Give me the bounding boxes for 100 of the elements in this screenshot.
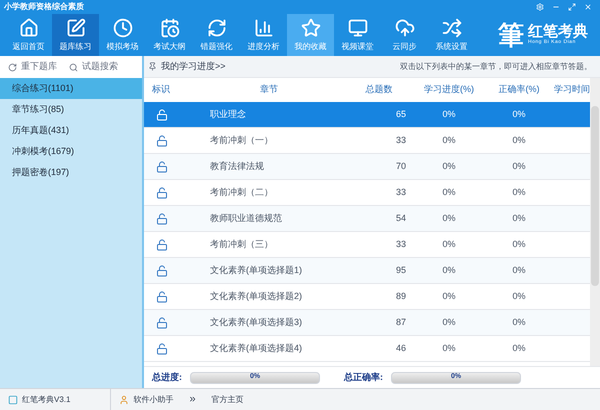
app-icon bbox=[8, 394, 18, 404]
toolbar-button[interactable]: 视频课堂 bbox=[334, 14, 381, 56]
table-cell-text: 0% bbox=[511, 186, 526, 199]
table-cell-text: 46 bbox=[394, 342, 407, 355]
hint-text: 双击以下列表中的某一章节，即可进入相应章节答题。 bbox=[400, 60, 593, 72]
table-cell-text: 文化素养(单项选择题2) bbox=[209, 290, 303, 303]
table-cell-text: 0% bbox=[441, 316, 456, 329]
table-cell-text: 70 bbox=[394, 160, 407, 173]
column-header: 学习进度(%) bbox=[423, 83, 475, 96]
table-cell-text: 0% bbox=[441, 290, 456, 303]
table-cell-text: 95 bbox=[394, 264, 407, 277]
table-cell-text: 0% bbox=[441, 134, 456, 147]
table-cell-text: 0% bbox=[441, 212, 456, 225]
toolbar-button[interactable]: 错题强化 bbox=[193, 14, 240, 56]
column-header: 正确率(%) bbox=[498, 83, 540, 96]
table-row[interactable]: 文化素养(单项选择题1) 95 0% 0% bbox=[144, 258, 590, 284]
table-cell-text: 0% bbox=[511, 290, 526, 303]
window-title: 小学教师资格综合素质 bbox=[4, 1, 84, 13]
unlock-icon bbox=[156, 212, 168, 224]
summary-label: 总进度: bbox=[152, 370, 182, 384]
toolbar-button[interactable]: 考试大纲 bbox=[146, 14, 193, 56]
sidebar-item[interactable]: 历年真题(431) bbox=[0, 120, 142, 141]
table-cell-text: 考前冲刺（二） bbox=[209, 186, 274, 199]
search-icon bbox=[69, 62, 78, 72]
table-cell-text: 0% bbox=[511, 108, 526, 121]
home-icon bbox=[18, 18, 38, 38]
table-cell-text: 87 bbox=[394, 316, 407, 329]
status-link[interactable]: 红笔考典V3.1 bbox=[22, 394, 70, 406]
settings-icon[interactable] bbox=[536, 3, 544, 11]
toolbar-button[interactable]: 系统设置 bbox=[428, 14, 475, 56]
table-cell-text: 教育法律法规 bbox=[209, 160, 265, 173]
table-cell-text: 0% bbox=[441, 238, 456, 251]
column-header: 标识 bbox=[151, 83, 171, 96]
calendar-icon bbox=[160, 18, 180, 38]
close-icon[interactable] bbox=[584, 3, 592, 11]
table-cell-text: 0% bbox=[511, 316, 526, 329]
sidebar-item[interactable]: 综合练习(1101) bbox=[0, 78, 142, 99]
unlock-icon bbox=[156, 290, 168, 302]
unlock-icon bbox=[156, 134, 168, 146]
cloud-icon bbox=[394, 18, 414, 38]
column-header: 学习时间 bbox=[554, 83, 590, 96]
unlock-icon bbox=[156, 342, 168, 354]
scrollbar[interactable] bbox=[590, 78, 600, 366]
table-cell-text: 0% bbox=[511, 212, 526, 225]
sidebar-item[interactable]: 章节练习(85) bbox=[0, 99, 142, 120]
summary-label: 总正确率: bbox=[344, 370, 383, 384]
table-cell-text: 文化素养(单项选择题4) bbox=[209, 342, 303, 355]
table-cell-text: 0% bbox=[441, 264, 456, 277]
status-link[interactable]: » bbox=[189, 391, 196, 408]
table-cell-text: 65 bbox=[394, 108, 407, 121]
table-cell-text: 教师职业道德规范 bbox=[209, 212, 283, 225]
logo-name: 红笔考典 bbox=[528, 24, 588, 39]
sidebar-tool-button[interactable]: 试题搜索 bbox=[69, 60, 118, 74]
sidebar-item[interactable]: 冲刺模考(1679) bbox=[0, 141, 142, 162]
unlock-icon bbox=[156, 108, 168, 120]
table-cell-text: 0% bbox=[511, 160, 526, 173]
toolbar-button[interactable]: 模拟考场 bbox=[99, 14, 146, 56]
table-cell-text: 文化素养(单项选择题3) bbox=[209, 316, 303, 329]
bar-chart-icon bbox=[254, 18, 274, 38]
table-cell-text: 考前冲刺（三） bbox=[209, 238, 274, 251]
table-cell-text: 0% bbox=[511, 264, 526, 277]
toolbar-button[interactable]: 云同步 bbox=[381, 14, 428, 56]
table-cell-text: 0% bbox=[511, 342, 526, 355]
table-row[interactable]: 文化素养(单项选择题3) 87 0% 0% bbox=[144, 310, 590, 336]
table-cell-text: 文化素养(单项选择题1) bbox=[209, 264, 303, 277]
table-cell-text: 33 bbox=[394, 186, 407, 199]
status-link[interactable]: 软件小助手 bbox=[133, 394, 174, 406]
table-cell-text: 0% bbox=[441, 160, 456, 173]
unlock-icon bbox=[156, 264, 168, 276]
star-icon bbox=[300, 18, 320, 38]
table-cell-text: 0% bbox=[511, 238, 526, 251]
table-cell-text: 89 bbox=[394, 290, 407, 303]
column-header: 总题数 bbox=[364, 83, 394, 96]
toolbar-button[interactable]: 返回首页 bbox=[5, 14, 52, 56]
progress-link[interactable]: 我的学习进度>> bbox=[161, 60, 226, 74]
column-header: 章节 bbox=[259, 83, 279, 96]
table-cell-text: 33 bbox=[394, 238, 407, 251]
toolbar-button[interactable]: 题库练习 bbox=[52, 14, 99, 56]
toolbar-button[interactable]: 进度分析 bbox=[240, 14, 287, 56]
pin-icon bbox=[148, 62, 157, 71]
person-icon bbox=[119, 394, 130, 404]
table-cell-text: 0% bbox=[441, 108, 456, 121]
edit-icon bbox=[66, 18, 86, 38]
maximize-icon[interactable] bbox=[568, 3, 576, 11]
table-row[interactable]: 教育法律法规 70 0% 0% bbox=[144, 154, 590, 180]
table-cell-text: 考前冲刺（一） bbox=[209, 134, 274, 147]
table-cell-text: 0% bbox=[441, 342, 456, 355]
unlock-icon bbox=[156, 316, 168, 328]
table-cell-text: 0% bbox=[511, 134, 526, 147]
sidebar-tool-button[interactable]: 重下题库 bbox=[8, 60, 57, 74]
table-row[interactable]: 教师职业道德规范 54 0% 0% bbox=[144, 206, 590, 232]
table-cell-text: 54 bbox=[394, 212, 407, 225]
status-link[interactable]: 官方主页 bbox=[212, 394, 244, 406]
table-row[interactable]: 职业理念 65 0% 0% bbox=[144, 102, 590, 128]
table-cell-text: 33 bbox=[394, 134, 407, 147]
sidebar-item[interactable]: 押题密卷(197) bbox=[0, 162, 142, 183]
table-cell-text: 职业理念 bbox=[209, 108, 247, 121]
logo-mark: 筆 bbox=[498, 22, 524, 48]
clock-icon bbox=[112, 18, 132, 38]
unlock-icon bbox=[156, 186, 168, 198]
